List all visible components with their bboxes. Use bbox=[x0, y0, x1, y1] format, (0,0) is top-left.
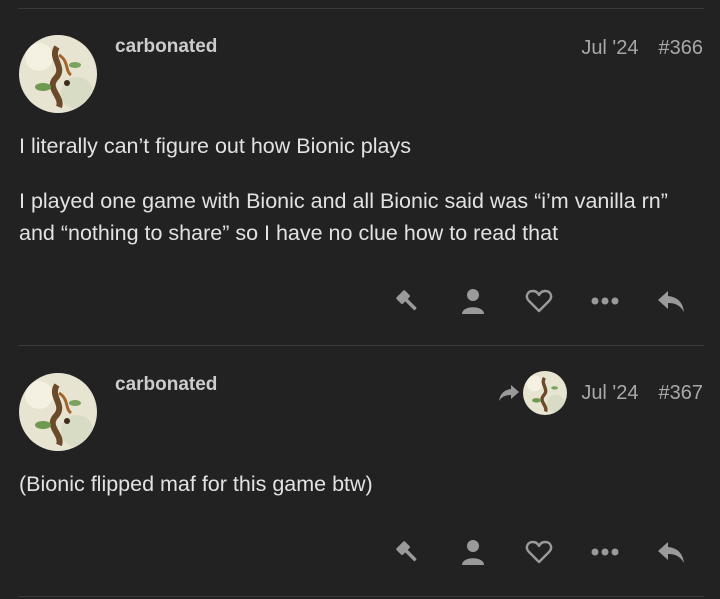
post-meta: Jul '24 #366 bbox=[567, 37, 703, 60]
assign-user-button[interactable] bbox=[440, 281, 506, 321]
reply-button[interactable] bbox=[638, 532, 704, 572]
ellipsis-icon bbox=[591, 297, 619, 305]
paragraph: I literally can’t figure out how Bionic … bbox=[19, 134, 411, 158]
post-body: I literally can’t figure out how Bionic … bbox=[19, 130, 680, 272]
ellipsis-icon bbox=[591, 548, 619, 556]
post-number[interactable]: #367 bbox=[659, 382, 704, 405]
gavel-icon bbox=[396, 541, 417, 562]
reply-to-tab[interactable] bbox=[499, 371, 568, 415]
post-actions bbox=[374, 281, 704, 321]
user-icon bbox=[462, 289, 484, 314]
username[interactable]: carbonated bbox=[115, 36, 217, 58]
post-actions bbox=[374, 532, 704, 572]
reply-to-avatar bbox=[523, 371, 568, 415]
paragraph: I played one game with Bionic and all Bi… bbox=[19, 189, 668, 245]
admin-button[interactable] bbox=[374, 532, 440, 572]
post-meta: Jul '24 #367 bbox=[499, 371, 703, 415]
more-button[interactable] bbox=[572, 281, 638, 321]
heart-icon bbox=[525, 289, 553, 313]
post-divider bbox=[18, 8, 704, 9]
heart-icon bbox=[525, 540, 553, 564]
like-button[interactable] bbox=[506, 281, 572, 321]
post-number[interactable]: #366 bbox=[659, 37, 704, 60]
more-button[interactable] bbox=[572, 532, 638, 572]
reply-button[interactable] bbox=[638, 281, 704, 321]
post-divider bbox=[18, 345, 704, 346]
gavel-icon bbox=[396, 290, 417, 311]
assign-user-button[interactable] bbox=[440, 532, 506, 572]
share-arrow-icon bbox=[499, 385, 520, 401]
reply-icon bbox=[658, 291, 684, 312]
paragraph: (Bionic flipped maf for this game btw) bbox=[19, 472, 373, 496]
post-body: (Bionic flipped maf for this game btw) bbox=[19, 468, 680, 523]
post-divider bbox=[18, 596, 704, 597]
user-icon bbox=[462, 540, 484, 565]
topic-stream: carbonated Jul '24 #366 I literally can’… bbox=[0, 0, 720, 599]
post-date[interactable]: Jul '24 bbox=[581, 382, 638, 405]
username[interactable]: carbonated bbox=[115, 374, 217, 396]
like-button[interactable] bbox=[506, 532, 572, 572]
admin-button[interactable] bbox=[374, 281, 440, 321]
avatar[interactable] bbox=[19, 35, 97, 113]
avatar[interactable] bbox=[19, 373, 97, 451]
post-date[interactable]: Jul '24 bbox=[581, 37, 638, 60]
reply-icon bbox=[658, 542, 684, 563]
